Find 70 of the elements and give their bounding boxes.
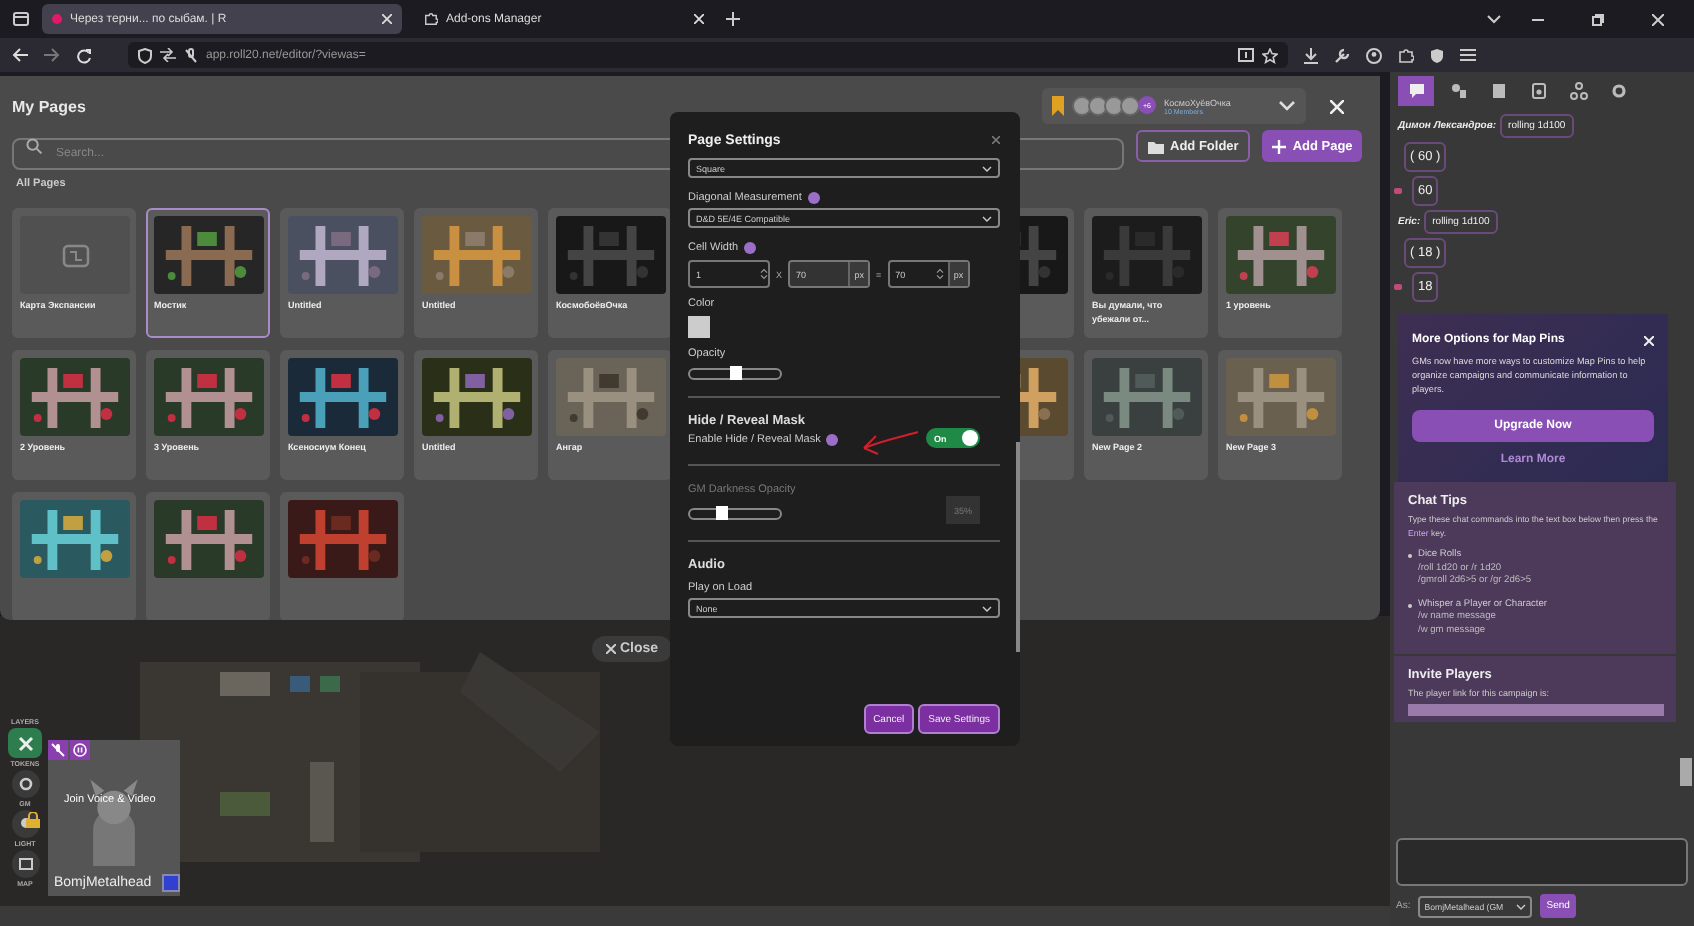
help-icon[interactable]: [744, 242, 757, 254]
new-tab-icon[interactable]: [726, 12, 740, 26]
help-icon[interactable]: [826, 433, 839, 445]
opacity-slider[interactable]: [688, 368, 782, 380]
lock-icon: [26, 812, 40, 828]
book-icon: [1490, 82, 1508, 100]
panel-title: My Pages: [12, 97, 88, 115]
chat-input[interactable]: [1396, 838, 1688, 886]
scrollbar[interactable]: [1016, 442, 1020, 652]
nodes-icon: [1570, 82, 1588, 100]
chevron-down-icon: [982, 605, 992, 611]
tokens-icon: [17, 735, 33, 751]
download-icon[interactable]: [1304, 47, 1318, 63]
shield-icon[interactable]: [1430, 47, 1444, 63]
site-icon: [52, 14, 62, 24]
reader-icon[interactable]: [1238, 48, 1254, 62]
chevron-down-icon: [1516, 903, 1527, 909]
help-icon[interactable]: [807, 192, 820, 204]
pause-icon[interactable]: [70, 740, 90, 760]
permissions-icon: [160, 48, 176, 62]
invite-link-field[interactable]: [1408, 704, 1664, 717]
map-placeholder-icon: [61, 241, 89, 269]
page-card[interactable]: [280, 492, 404, 620]
chevron-down-icon: [1278, 100, 1296, 112]
speaker-icon: [1530, 82, 1548, 100]
puzzle-icon: [424, 12, 438, 26]
darkness-slider[interactable]: [688, 508, 782, 520]
character-icon: [1450, 82, 1468, 100]
sidebar-tab[interactable]: [1398, 76, 1434, 106]
microphone-off-icon[interactable]: [48, 740, 68, 760]
chevron-down-icon[interactable]: [1486, 13, 1502, 25]
minimize-icon[interactable]: [1532, 13, 1544, 25]
stepper-icon[interactable]: [760, 268, 768, 280]
slider-thumb[interactable]: [729, 366, 741, 380]
close-icon[interactable]: [1652, 13, 1664, 25]
chevron-down-icon: [982, 215, 992, 221]
forward-icon[interactable]: [44, 48, 60, 62]
reload-icon[interactable]: [76, 47, 92, 63]
restore-icon[interactable]: [1592, 13, 1604, 25]
gear-icon: [17, 776, 33, 792]
result-icon: [1394, 284, 1402, 290]
shield-icon: [138, 47, 152, 63]
scrollbar[interactable]: [1680, 758, 1692, 786]
microphone-off-icon: [184, 47, 198, 63]
stepper-icon[interactable]: [935, 268, 944, 280]
star-icon[interactable]: [1262, 47, 1278, 63]
page-card[interactable]: [12, 492, 136, 620]
annotation-arrow: [860, 428, 920, 460]
plus-icon: [1272, 139, 1287, 153]
close-icon: [606, 644, 616, 654]
account-icon[interactable]: [1366, 47, 1382, 63]
chevron-down-icon: [982, 165, 992, 171]
chat-icon: [1407, 82, 1425, 100]
bulb-icon: [17, 816, 33, 832]
search-icon: [26, 138, 42, 154]
color-swatch[interactable]: [688, 316, 710, 338]
menu-icon[interactable]: [1460, 48, 1476, 62]
bookmark-icon: [1052, 96, 1064, 116]
sidebar-tab[interactable]: [1564, 76, 1594, 106]
tab-list-icon[interactable]: [12, 10, 30, 28]
page-card[interactable]: [146, 492, 270, 620]
map-icon: [17, 856, 33, 872]
settings-icon: [1610, 82, 1628, 100]
puzzle-icon[interactable]: [1398, 47, 1414, 63]
layer-button[interactable]: [8, 728, 42, 758]
result-icon: [1394, 188, 1402, 194]
wrench-icon[interactable]: [1334, 47, 1350, 63]
player-color-icon: [162, 874, 180, 892]
folder-icon: [1148, 139, 1164, 153]
back-icon[interactable]: [12, 48, 28, 62]
